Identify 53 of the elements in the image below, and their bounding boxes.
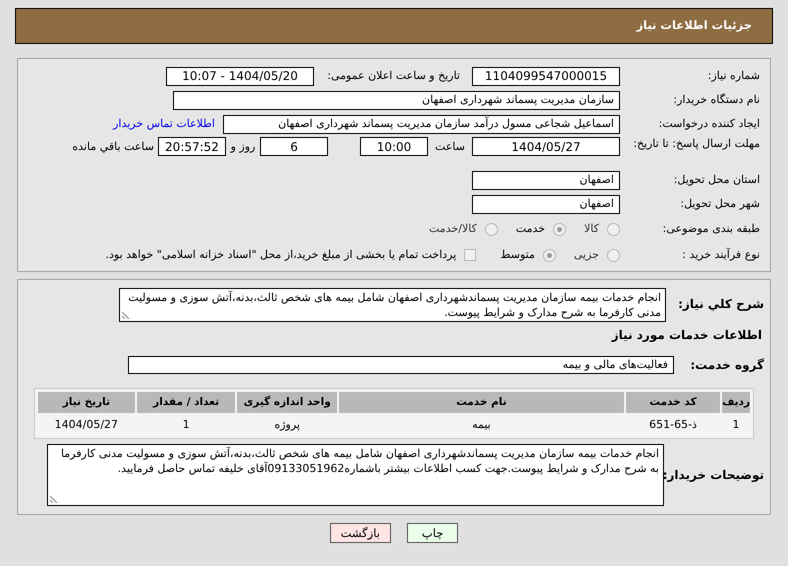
- radio-button[interactable]: [553, 222, 566, 236]
- print-button[interactable]: چاپ: [406, 523, 458, 543]
- field-label: ساعت باقي مانده: [72, 139, 154, 155]
- field-value: اصفهان: [472, 194, 620, 214]
- field-label: نام دستگاه خریدار:: [672, 92, 760, 108]
- field-value: فعالیت‌های مالی و بیمه: [128, 356, 674, 374]
- column-header: کد خدمت: [626, 392, 720, 413]
- resize-grip-icon[interactable]: [122, 311, 130, 319]
- field-label: نوع فرآیند خرید :: [681, 246, 760, 263]
- radio-button[interactable]: [542, 248, 556, 262]
- checkbox[interactable]: [464, 249, 476, 261]
- text-area-content: انجام خدمات بیمه سازمان مدیریت پسماندشهرداری اصفهان شامل بیمه های شخص ثالث،بدنه،آتش سوزی و مسولیت مدنی کارفرما به شرح مدارک و شرایط پیوست.: [128, 291, 661, 319]
- column-header: نام خدمت: [338, 392, 624, 413]
- checkbox-label: پرداخت تمام یا بخشی از مبلغ خرید،از محل "اسناد خزانه اسلامی" خواهد بود.: [106, 246, 456, 263]
- field-label: ایجاد کننده درخواست:: [658, 116, 760, 132]
- option-label: متوسط: [500, 246, 535, 263]
- field-label: روز و: [229, 139, 256, 155]
- radio-button[interactable]: [607, 248, 620, 262]
- field-label: ساعت: [434, 139, 466, 155]
- option-label: خدمت: [516, 220, 546, 237]
- field-label: گروه خدمت:: [689, 357, 764, 374]
- column-header: تاریخ نیاز: [38, 392, 135, 413]
- column-header: ردیف: [722, 392, 750, 413]
- column-header: تعداد / مقدار: [136, 392, 236, 413]
- field-value: اسماعیل شجاعی مسول درآمد سازمان مدیریت پسماند شهرداری اصفهان: [223, 114, 620, 134]
- field-value: 6: [260, 137, 328, 156]
- option-label: جزیی: [574, 246, 599, 263]
- field-label: توضیحات خریدار:: [664, 467, 764, 484]
- option-label: کالا/خدمت: [429, 220, 477, 237]
- field-label: شماره نیاز:: [706, 68, 760, 84]
- field-value: 1404/05/27: [472, 137, 620, 156]
- field-value: 1404/05/20 - 10:07: [166, 66, 314, 86]
- buyer-contact-link[interactable]: اطلاعات تماس خریدار: [113, 116, 215, 132]
- column-header: واحد اندازه گیری: [237, 392, 337, 413]
- field-value: اصفهان: [472, 170, 620, 190]
- back-button[interactable]: بازگشت: [330, 523, 391, 543]
- field-value: سازمان مدیریت پسماند شهرداری اصفهان: [173, 90, 620, 110]
- field-label: شرح کلي نياز:: [677, 296, 764, 313]
- resize-grip-icon[interactable]: [50, 495, 58, 503]
- field-label: تاریخ و ساعت اعلان عمومی:: [326, 68, 461, 84]
- field-label: شهر محل تحویل:: [679, 196, 760, 212]
- section-title: اطلاعات خدمات مورد نياز: [610, 327, 763, 344]
- field-value: 10:00: [360, 137, 428, 156]
- countdown-value: 20:57:52: [158, 137, 226, 156]
- page-title: جزئیات اطلاعات نیاز: [636, 17, 752, 34]
- field-label: مهلت ارسال پاسخ: تا تاریخ:: [632, 137, 760, 151]
- radio-button[interactable]: [607, 222, 620, 236]
- option-label: کالا: [584, 220, 599, 237]
- text-area-content: انجام خدمات بیمه سازمان مدیریت پسماندشهرداری اصفهان شامل بیمه های شخص ثالث،بدنه،آتش سوزی و مسولیت مدنی کارفرما به شرح مدارک و شرایط پیوست.جهت کسب اطلاعات بیشتر باشماره09133051962آقای خلیفه تماس حاصل فرمایید.: [60, 447, 659, 475]
- field-label: استان محل تحویل:: [672, 172, 760, 188]
- radio-button[interactable]: [484, 222, 498, 236]
- field-label: طبقه بندی موضوعی:: [662, 220, 760, 237]
- field-value: 1104099547000015: [472, 66, 620, 86]
